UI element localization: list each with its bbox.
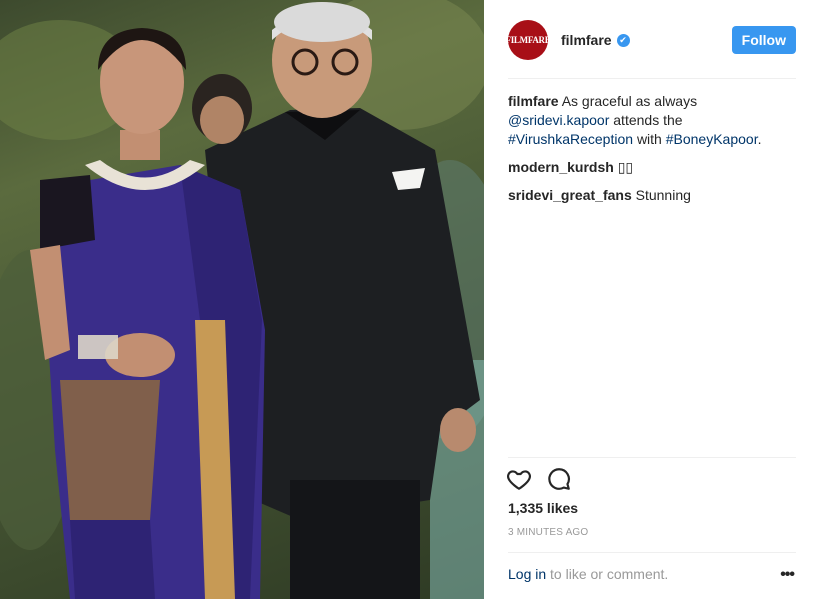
caption-text: with xyxy=(636,131,662,147)
comment-icon[interactable] xyxy=(546,466,572,492)
login-text: to like or comment. xyxy=(550,566,669,582)
comment-username[interactable]: sridevi_great_fans xyxy=(508,187,632,203)
action-bar xyxy=(506,466,572,492)
comment-text: ▯▯ xyxy=(617,159,634,175)
hashtag-link[interactable]: #BoneyKapoor xyxy=(666,131,758,147)
hashtag-link[interactable]: #VirushkaReception xyxy=(508,131,633,147)
comments-list: filmfare As graceful as always @sridevi.… xyxy=(508,92,796,214)
post-photo[interactable] xyxy=(0,0,484,599)
divider xyxy=(508,78,796,79)
comment-item: sridevi_great_fans Stunning xyxy=(508,186,796,205)
login-link[interactable]: Log in xyxy=(508,566,546,582)
likes-count[interactable]: 1,335 likes xyxy=(508,500,578,516)
more-options-icon[interactable]: ••• xyxy=(780,566,795,584)
caption-username[interactable]: filmfare xyxy=(508,93,559,109)
divider xyxy=(508,457,796,458)
login-prompt: Log in to like or comment. xyxy=(508,566,668,582)
post-panel: FILMFARE filmfare ✔ Follow filmfare As g… xyxy=(484,0,816,599)
avatar[interactable]: FILMFARE xyxy=(506,20,551,60)
comment-username[interactable]: modern_kurdsh xyxy=(508,159,614,175)
follow-button[interactable]: Follow xyxy=(731,26,796,54)
comment-text: Stunning xyxy=(635,187,691,203)
caption-text: As graceful as always xyxy=(561,93,698,109)
timestamp[interactable]: 3 MINUTES AGO xyxy=(508,527,588,538)
caption-text: attends the xyxy=(613,112,683,128)
mention-link[interactable]: @sridevi.kapoor xyxy=(508,112,609,128)
caption-text: . xyxy=(757,131,762,147)
divider xyxy=(508,552,796,553)
photo-illustration xyxy=(0,0,484,599)
comment-item: modern_kurdsh ▯▯ xyxy=(508,158,796,177)
verified-icon: ✔ xyxy=(616,33,630,47)
heart-icon[interactable] xyxy=(506,466,532,492)
username-link[interactable]: filmfare xyxy=(561,32,612,48)
caption: filmfare As graceful as always @sridevi.… xyxy=(508,92,796,149)
post-header: FILMFARE filmfare ✔ Follow xyxy=(506,18,796,62)
